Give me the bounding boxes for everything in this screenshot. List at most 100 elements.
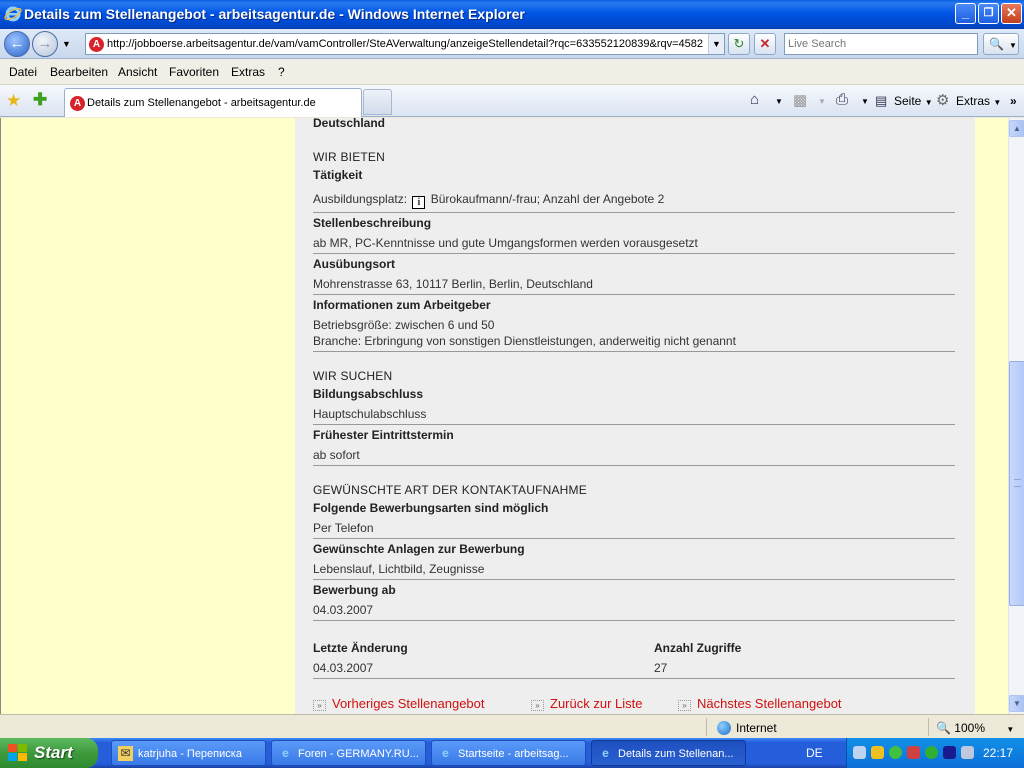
last-change-value: 04.03.2007 <box>313 661 374 675</box>
education-value: Hauptschulabschluss <box>313 407 427 421</box>
vertical-scrollbar[interactable]: ▲ ▼ <box>1008 118 1024 714</box>
menu-favorites[interactable]: Favoriten <box>169 65 219 79</box>
address-dropdown-icon[interactable]: ▼ <box>708 34 724 54</box>
language-indicator[interactable]: DE <box>806 746 823 760</box>
taskbar-item-startseite[interactable]: e Startseite - arbeitsag... <box>431 740 586 766</box>
home-icon[interactable]: ⌂ <box>750 91 759 108</box>
messenger-icon[interactable] <box>925 746 938 759</box>
home-dropdown-icon[interactable]: ▼ <box>775 97 783 106</box>
magnifier-icon: 🔍 <box>936 721 951 735</box>
menu-file[interactable]: Datei <box>9 65 37 79</box>
description-label: Stellenbeschreibung <box>313 216 432 230</box>
window-title-bar[interactable]: Details zum Stellenangebot - arbeitsagen… <box>0 0 1024 29</box>
tabs-bar: ★ ✚ A Details zum Stellenangebot - arbei… <box>0 85 1024 117</box>
mail-icon: ✉ <box>118 746 133 761</box>
divider <box>313 424 955 425</box>
clock[interactable]: 22:17 <box>983 746 1013 760</box>
scroll-thumb[interactable] <box>1009 361 1024 606</box>
menu-edit[interactable]: Bearbeiten <box>50 65 108 79</box>
forward-button[interactable]: → <box>32 31 58 57</box>
close-button[interactable]: ✕ <box>1001 3 1022 24</box>
feeds-dropdown-icon[interactable]: ▼ <box>818 97 826 106</box>
feeds-icon[interactable]: ▩ <box>793 91 807 109</box>
menu-tools[interactable]: Extras <box>231 65 265 79</box>
taskbar-item-label: Startseite - arbeitsag... <box>458 748 569 760</box>
tab-details[interactable]: A Details zum Stellenangebot - arbeitsag… <box>64 88 362 117</box>
shield-icon[interactable] <box>871 746 884 759</box>
apply-from-value: 04.03.2007 <box>313 603 374 617</box>
divider <box>313 579 955 580</box>
web-content: Deutschland WIR BIETEN Tätigkeit Ausbild… <box>0 118 1008 714</box>
zoom-control[interactable]: 🔍 100% ▼ <box>936 721 1014 735</box>
add-to-favorites-icon[interactable]: ✚ <box>33 90 47 110</box>
activity-row: Ausbildungsplatz: i Bürokaufmann/-frau; … <box>313 192 664 209</box>
new-tab-button[interactable] <box>363 89 392 115</box>
minimize-button[interactable]: _ <box>955 3 976 24</box>
internet-explorer-icon <box>4 6 22 22</box>
zone-label: Internet <box>736 721 777 735</box>
search-dropdown-icon: ▼ <box>1008 41 1017 50</box>
maximize-button[interactable]: ❐ <box>978 3 999 24</box>
print-dropdown-icon[interactable]: ▼ <box>861 97 869 106</box>
chevron-more-icon[interactable]: » <box>1010 94 1017 108</box>
divider <box>313 351 955 352</box>
back-to-list-link[interactable]: » Zurück zur Liste <box>531 696 642 711</box>
next-offer-label: Nächstes Stellenangebot <box>697 696 842 711</box>
activity-prefix: Ausbildungsplatz: <box>313 192 408 206</box>
next-offer-link[interactable]: » Nächstes Stellenangebot <box>678 696 842 711</box>
attachments-value: Lebenslauf, Lichtbild, Zeugnisse <box>313 562 485 576</box>
taskbar-item-label: Foren - GERMANY.RU... <box>298 748 419 760</box>
status-separator <box>928 718 929 736</box>
scroll-down-button[interactable]: ▼ <box>1009 695 1024 712</box>
taskbar-item-details[interactable]: e Details zum Stellenan... <box>591 740 746 766</box>
double-arrow-icon: » <box>313 700 326 711</box>
address-toolbar: ← → ▼ A http://jobboerse.arbeitsagentur.… <box>0 29 1024 59</box>
employer-size: Betriebsgröße: zwischen 6 und 50 <box>313 318 495 332</box>
page-menu-button[interactable]: Seite ▼ <box>894 94 933 108</box>
zoom-level: 100% <box>954 721 985 735</box>
display-icon[interactable] <box>943 746 956 759</box>
address-field[interactable]: A http://jobboerse.arbeitsagentur.de/vam… <box>85 33 725 55</box>
window-title: Details zum Stellenangebot - arbeitsagen… <box>24 6 525 22</box>
right-column <box>975 118 1008 714</box>
search-field[interactable] <box>784 33 978 55</box>
taskbar-item-forum[interactable]: e Foren - GERMANY.RU... <box>271 740 426 766</box>
tray-app-icon[interactable] <box>907 746 920 759</box>
recent-pages-dropdown-icon[interactable]: ▼ <box>62 39 71 49</box>
windows-logo-icon <box>8 744 28 762</box>
page-dropdown-icon: ▼ <box>924 98 933 107</box>
volume-icon[interactable] <box>961 746 974 759</box>
favorites-center-star-icon[interactable]: ★ <box>6 91 21 111</box>
scroll-up-button[interactable]: ▲ <box>1009 120 1024 137</box>
taskbar-item-mail[interactable]: ✉ katrjuha - Переписка <box>111 740 266 766</box>
address-url[interactable]: http://jobboerse.arbeitsagentur.de/vam/v… <box>107 38 705 50</box>
network-icon[interactable] <box>853 746 866 759</box>
chevron-up-icon: ▲ <box>1013 124 1021 133</box>
search-input[interactable] <box>788 35 976 53</box>
employer-branch: Branche: Erbringung von sonstigen Dienst… <box>313 334 736 348</box>
internet-explorer-icon: e <box>442 746 449 760</box>
print-icon[interactable]: ⎙ <box>836 91 848 108</box>
location-country-cut: Deutschland <box>313 118 386 130</box>
double-arrow-icon: » <box>678 700 691 711</box>
stop-button[interactable]: ✕ <box>754 33 776 55</box>
antivirus-icon[interactable] <box>889 746 902 759</box>
menu-help[interactable]: ? <box>278 65 285 79</box>
back-button[interactable]: ← <box>4 31 30 57</box>
info-icon[interactable]: i <box>412 196 426 209</box>
previous-offer-label: Vorheriges Stellenangebot <box>332 696 485 711</box>
attachments-label: Gewünschte Anlagen zur Bewerbung <box>313 542 525 556</box>
divider <box>313 620 955 621</box>
security-zone[interactable]: Internet <box>717 721 777 735</box>
system-tray: 22:17 <box>846 738 1024 768</box>
search-button[interactable]: 🔍 ▼ <box>983 33 1019 55</box>
previous-offer-link[interactable]: » Vorheriges Stellenangebot <box>313 696 485 711</box>
start-button[interactable]: Start <box>0 738 98 768</box>
internet-explorer-icon: e <box>602 746 609 760</box>
hits-label: Anzahl Zugriffe <box>654 641 742 655</box>
activity-value: Bürokaufmann/-frau; Anzahl der Angebote … <box>430 192 665 206</box>
refresh-button[interactable]: ↻ <box>728 33 750 55</box>
tools-menu-button[interactable]: Extras ▼ <box>956 94 1001 108</box>
menu-view[interactable]: Ansicht <box>118 65 157 79</box>
menu-bar: Datei Bearbeiten Ansicht Favoriten Extra… <box>0 59 1024 85</box>
